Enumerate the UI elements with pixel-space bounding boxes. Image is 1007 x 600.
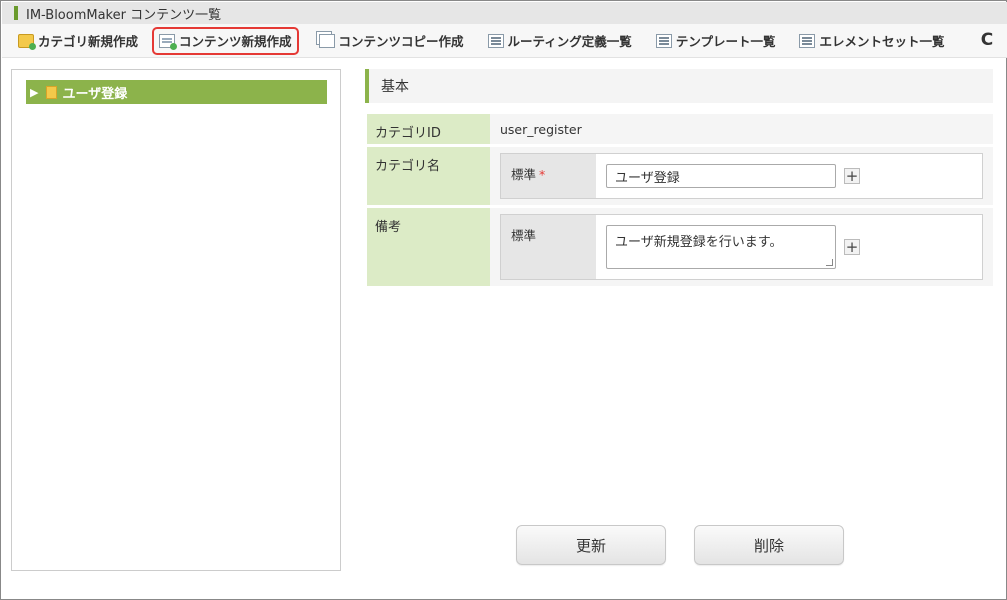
category-name-input-value: ユーザ登録 (615, 170, 680, 186)
elementset-list-button[interactable]: エレメントセット一覧 (793, 27, 950, 55)
locale-label-text: 標準 (511, 167, 537, 182)
list-icon (799, 33, 816, 48)
list-icon (487, 33, 504, 48)
note-label: 備考 (367, 208, 490, 286)
section-header: 基本 (365, 69, 993, 103)
template-list-button[interactable]: テンプレート一覧 (650, 27, 782, 55)
locale-entry: 標準 ユーザ新規登録を行います。 + (500, 214, 983, 280)
category-id-value: user_register (500, 121, 582, 137)
title-bar: IM-BloomMaker コンテンツ一覧 (2, 2, 1007, 24)
copy-content-button[interactable]: コンテンツコピー作成 (313, 27, 470, 55)
create-category-button[interactable]: カテゴリ新規作成 (12, 27, 144, 55)
expand-arrow-icon[interactable]: ▶ (30, 86, 38, 99)
locale-value: ユーザ登録 + (596, 154, 982, 198)
create-content-button[interactable]: コンテンツ新規作成 (152, 26, 299, 55)
category-tree-panel: ▶ ユーザ登録 (11, 69, 341, 571)
required-mark: * (539, 167, 546, 182)
refresh-icon[interactable]: C (977, 30, 997, 50)
category-name-input[interactable]: ユーザ登録 (606, 164, 836, 188)
create-content-label: コンテンツ新規作成 (179, 34, 292, 49)
delete-button[interactable]: 削除 (694, 525, 844, 565)
form-row-category-id: カテゴリID user_register (367, 114, 993, 144)
locale-label: 標準 (501, 215, 596, 279)
create-category-label: カテゴリ新規作成 (38, 34, 139, 49)
page-add-icon (159, 33, 178, 50)
folder-add-icon (18, 33, 36, 50)
note-textarea-value: ユーザ新規登録を行います。 (615, 235, 783, 250)
add-locale-button[interactable]: + (844, 168, 860, 184)
locale-label: 標準 * (501, 154, 596, 198)
window-title: IM-BloomMaker コンテンツ一覧 (26, 7, 222, 23)
tree-item-user-register[interactable]: ▶ ユーザ登録 (26, 80, 327, 104)
resize-grip-icon[interactable] (826, 259, 833, 266)
category-id-label: カテゴリID (367, 114, 490, 144)
routing-list-label: ルーティング定義一覧 (507, 34, 632, 49)
note-cell: 標準 ユーザ新規登録を行います。 + (490, 208, 993, 286)
add-locale-button[interactable]: + (844, 239, 860, 255)
app-window: IM-BloomMaker コンテンツ一覧 カテゴリ新規作成 コンテンツ新規作成… (0, 0, 1007, 600)
routing-list-button[interactable]: ルーティング定義一覧 (482, 27, 638, 55)
locale-value: ユーザ新規登録を行います。 + (596, 215, 982, 279)
form-row-category-name: カテゴリ名 標準 * ユーザ登録 + (367, 147, 993, 205)
category-name-cell: 標準 * ユーザ登録 + (490, 147, 993, 205)
folder-icon (46, 85, 58, 99)
template-list-label: テンプレート一覧 (675, 34, 776, 49)
note-textarea[interactable]: ユーザ新規登録を行います。 (606, 225, 836, 269)
section-title: 基本 (381, 79, 409, 95)
tree-item-label: ユーザ登録 (62, 86, 128, 102)
update-button[interactable]: 更新 (516, 525, 666, 565)
list-icon (655, 33, 672, 48)
form-row-note: 備考 標準 ユーザ新規登録を行います。 + (367, 208, 993, 286)
locale-entry: 標準 * ユーザ登録 + (500, 153, 983, 199)
toolbar: カテゴリ新規作成 コンテンツ新規作成 コンテンツコピー作成 ルーティング定義一覧… (2, 24, 1007, 58)
category-name-label: カテゴリ名 (367, 147, 490, 205)
category-form: カテゴリID user_register カテゴリ名 標準* ユーザ登録 + (367, 114, 993, 289)
copy-icon (318, 33, 335, 48)
copy-content-label: コンテンツコピー作成 (338, 34, 464, 49)
elementset-list-label: エレメントセット一覧 (819, 34, 945, 49)
title-marker-icon (14, 6, 18, 20)
